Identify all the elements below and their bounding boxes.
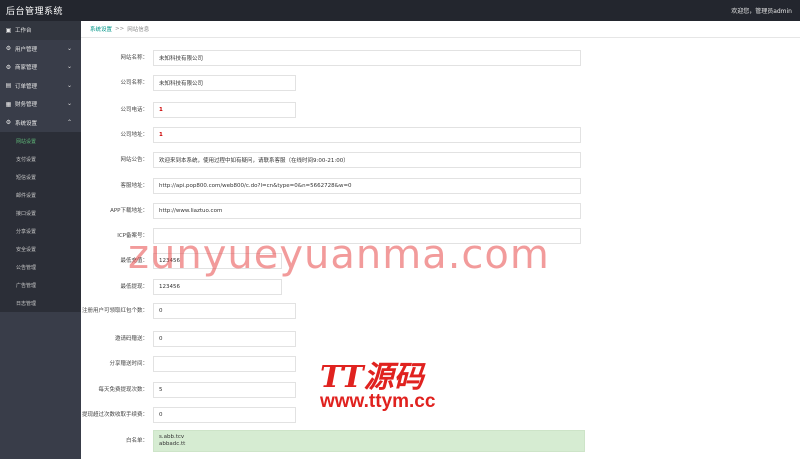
subnav-item-payment[interactable]: 支付设置: [0, 150, 81, 168]
form-row-service-url: 客服地址： http://api.pop800.com/web800/c.do?…: [81, 178, 800, 194]
sidebar-item-label: 商家管理: [15, 65, 38, 72]
form-row-company-phone: 公司电话： 1: [81, 102, 800, 118]
sidebar-item-label: 工作台: [15, 28, 32, 35]
breadcrumb-current: 网站信息: [127, 27, 150, 33]
chevron-down-icon: ⌄: [66, 63, 72, 70]
field-label: 网站名称：: [120, 54, 148, 61]
grid-icon: ▤: [5, 82, 12, 90]
breadcrumb-separator: >>: [115, 26, 125, 32]
form-row-share-time: 分享赠送时间：: [81, 356, 800, 372]
form-row-company-address: 公司地址： 1: [81, 127, 800, 143]
free-withdrawals-input[interactable]: 5: [153, 382, 296, 398]
invite-bonus-input[interactable]: 0: [153, 331, 296, 347]
subnav-item-logs[interactable]: 日志管理: [0, 294, 81, 312]
chevron-up-icon: ⌃: [66, 118, 72, 126]
form-row-invite-bonus: 邀请码赠送： 0: [81, 331, 800, 347]
sidebar-item-users[interactable]: ⚙ 用户管理 ⌄: [0, 40, 81, 59]
sidebar-item-label: 订单管理: [15, 83, 38, 90]
subnav-item-sms[interactable]: 短信设置: [0, 168, 81, 186]
subnav-item-api[interactable]: 接口设置: [0, 204, 81, 222]
company-name-input[interactable]: 未知科技有限公司: [153, 75, 296, 91]
chevron-down-icon: ⌄: [66, 44, 72, 52]
form-row-whitelist: 白名单： s.abb.tcv abbadc.tt: [81, 430, 800, 452]
user-welcome[interactable]: 欢迎您，管理员admin: [731, 6, 792, 15]
field-label: ICP备案号：: [117, 232, 148, 239]
field-label: 客服地址：: [120, 182, 148, 189]
form-row-min-withdraw: 最低提现： 123456: [81, 279, 800, 295]
sidebar-item-dashboard[interactable]: ▣ 工作台: [0, 21, 81, 40]
document-icon: ▦: [5, 100, 12, 108]
icp-input[interactable]: [153, 228, 581, 244]
withdraw-fee-input[interactable]: 0: [153, 407, 296, 423]
form-row-icp: ICP备案号：: [81, 228, 800, 244]
form-row-free-withdrawals: 每天免费提现次数： 5: [81, 382, 800, 398]
site-name-input[interactable]: 未知科技有限公司: [153, 50, 581, 66]
home-icon: ▣: [5, 26, 12, 34]
sidebar-item-merchants[interactable]: ⚙ 商家管理 ⌄: [0, 58, 81, 77]
field-label: 公司电话：: [120, 106, 148, 113]
field-label: 邀请码赠送：: [114, 335, 148, 342]
share-time-input[interactable]: [153, 356, 296, 372]
form-row-site-notice: 网站公告： 欢迎来到本系统，使用过程中如有疑问，请联系客服（在线时间9:00-2…: [81, 152, 800, 168]
sidebar: ▣ 工作台 ⚙ 用户管理 ⌄ ⚙ 商家管理 ⌄ ▤ 订单管理 ⌄ ▦ 财务管理 …: [0, 21, 81, 459]
subnav-item-ads[interactable]: 广告管理: [0, 276, 81, 294]
field-label: 提现超过次数收取手续费：: [81, 411, 148, 418]
breadcrumb: 系统设置 >> 网站信息: [81, 21, 800, 38]
app-title: 后台管理系统: [6, 7, 64, 17]
whitelist-textarea[interactable]: s.abb.tcv abbadc.tt: [153, 430, 585, 452]
top-bar: 后台管理系统 欢迎您，管理员admin: [0, 0, 800, 21]
field-label: 最低提现：: [120, 283, 148, 290]
sidebar-item-finance[interactable]: ▦ 财务管理 ⌄: [0, 95, 81, 114]
site-notice-input[interactable]: 欢迎来到本系统，使用过程中如有疑问，请联系客服（在线时间9:00-21:00）: [153, 152, 581, 168]
form-row-withdraw-fee: 提现超过次数收取手续费： 0: [81, 407, 800, 423]
sidebar-item-label: 系统设置: [15, 120, 38, 127]
settings-icon: ⚙: [5, 119, 12, 127]
app-download-input[interactable]: http://www.liaztuo.com: [153, 203, 581, 219]
breadcrumb-home-link[interactable]: 系统设置: [90, 25, 112, 33]
form-row-company-name: 公司名称： 未知科技有限公司: [81, 75, 800, 91]
field-label: 公司名称：: [120, 79, 148, 86]
field-label: 公司地址：: [120, 131, 148, 138]
min-recharge-input[interactable]: 123456: [153, 253, 282, 269]
system-submenu: 网站设置 支付设置 短信设置 邮件设置 接口设置 分享设置 安全设置 公告管理 …: [0, 132, 81, 312]
form-row-site-name: 网站名称： 未知科技有限公司: [81, 50, 800, 66]
service-url-input[interactable]: http://api.pop800.com/web800/c.do?l=cn&t…: [153, 178, 581, 194]
field-label: APP下载地址：: [110, 207, 148, 214]
red-packet-count-input[interactable]: 0: [153, 303, 296, 319]
settings-icon: ⚙: [5, 45, 12, 53]
sidebar-item-system[interactable]: ⚙ 系统设置 ⌃: [0, 114, 81, 133]
subnav-item-site-settings[interactable]: 网站设置: [0, 132, 81, 150]
sidebar-item-orders[interactable]: ▤ 订单管理 ⌄: [0, 77, 81, 96]
field-label: 网站公告：: [120, 156, 148, 163]
sidebar-item-label: 财务管理: [15, 102, 38, 109]
company-address-input[interactable]: 1: [153, 127, 581, 143]
chevron-down-icon: ⌄: [66, 81, 72, 89]
field-label: 白名单：: [125, 437, 148, 444]
whitelist-line: s.abb.tcv: [159, 434, 185, 440]
field-label: 分享赠送时间：: [109, 360, 148, 367]
form-row-min-recharge: 最低充值： 123456: [81, 253, 800, 269]
sidebar-item-label: 用户管理: [15, 46, 38, 53]
min-withdraw-input[interactable]: 123456: [153, 279, 282, 295]
company-phone-input[interactable]: 1: [153, 102, 296, 118]
whitelist-line: abbadc.tt: [159, 441, 186, 447]
subnav-item-share[interactable]: 分享设置: [0, 222, 81, 240]
field-label: 注册用户可领取红包个数：: [81, 307, 148, 314]
main-content: 系统设置 >> 网站信息 网站名称： 未知科技有限公司 公司名称： 未知科技有限…: [81, 21, 800, 459]
form-row-red-packets: 注册用户可领取红包个数： 0: [81, 303, 800, 319]
settings-icon: ⚙: [5, 63, 12, 71]
field-label: 最低充值：: [120, 257, 148, 264]
subnav-item-notices[interactable]: 公告管理: [0, 258, 81, 276]
form-row-app-download: APP下载地址： http://www.liaztuo.com: [81, 203, 800, 219]
field-label: 每天免费提现次数：: [98, 386, 148, 393]
chevron-down-icon: ⌄: [66, 100, 72, 107]
subnav-item-email[interactable]: 邮件设置: [0, 186, 81, 204]
subnav-item-security[interactable]: 安全设置: [0, 240, 81, 258]
